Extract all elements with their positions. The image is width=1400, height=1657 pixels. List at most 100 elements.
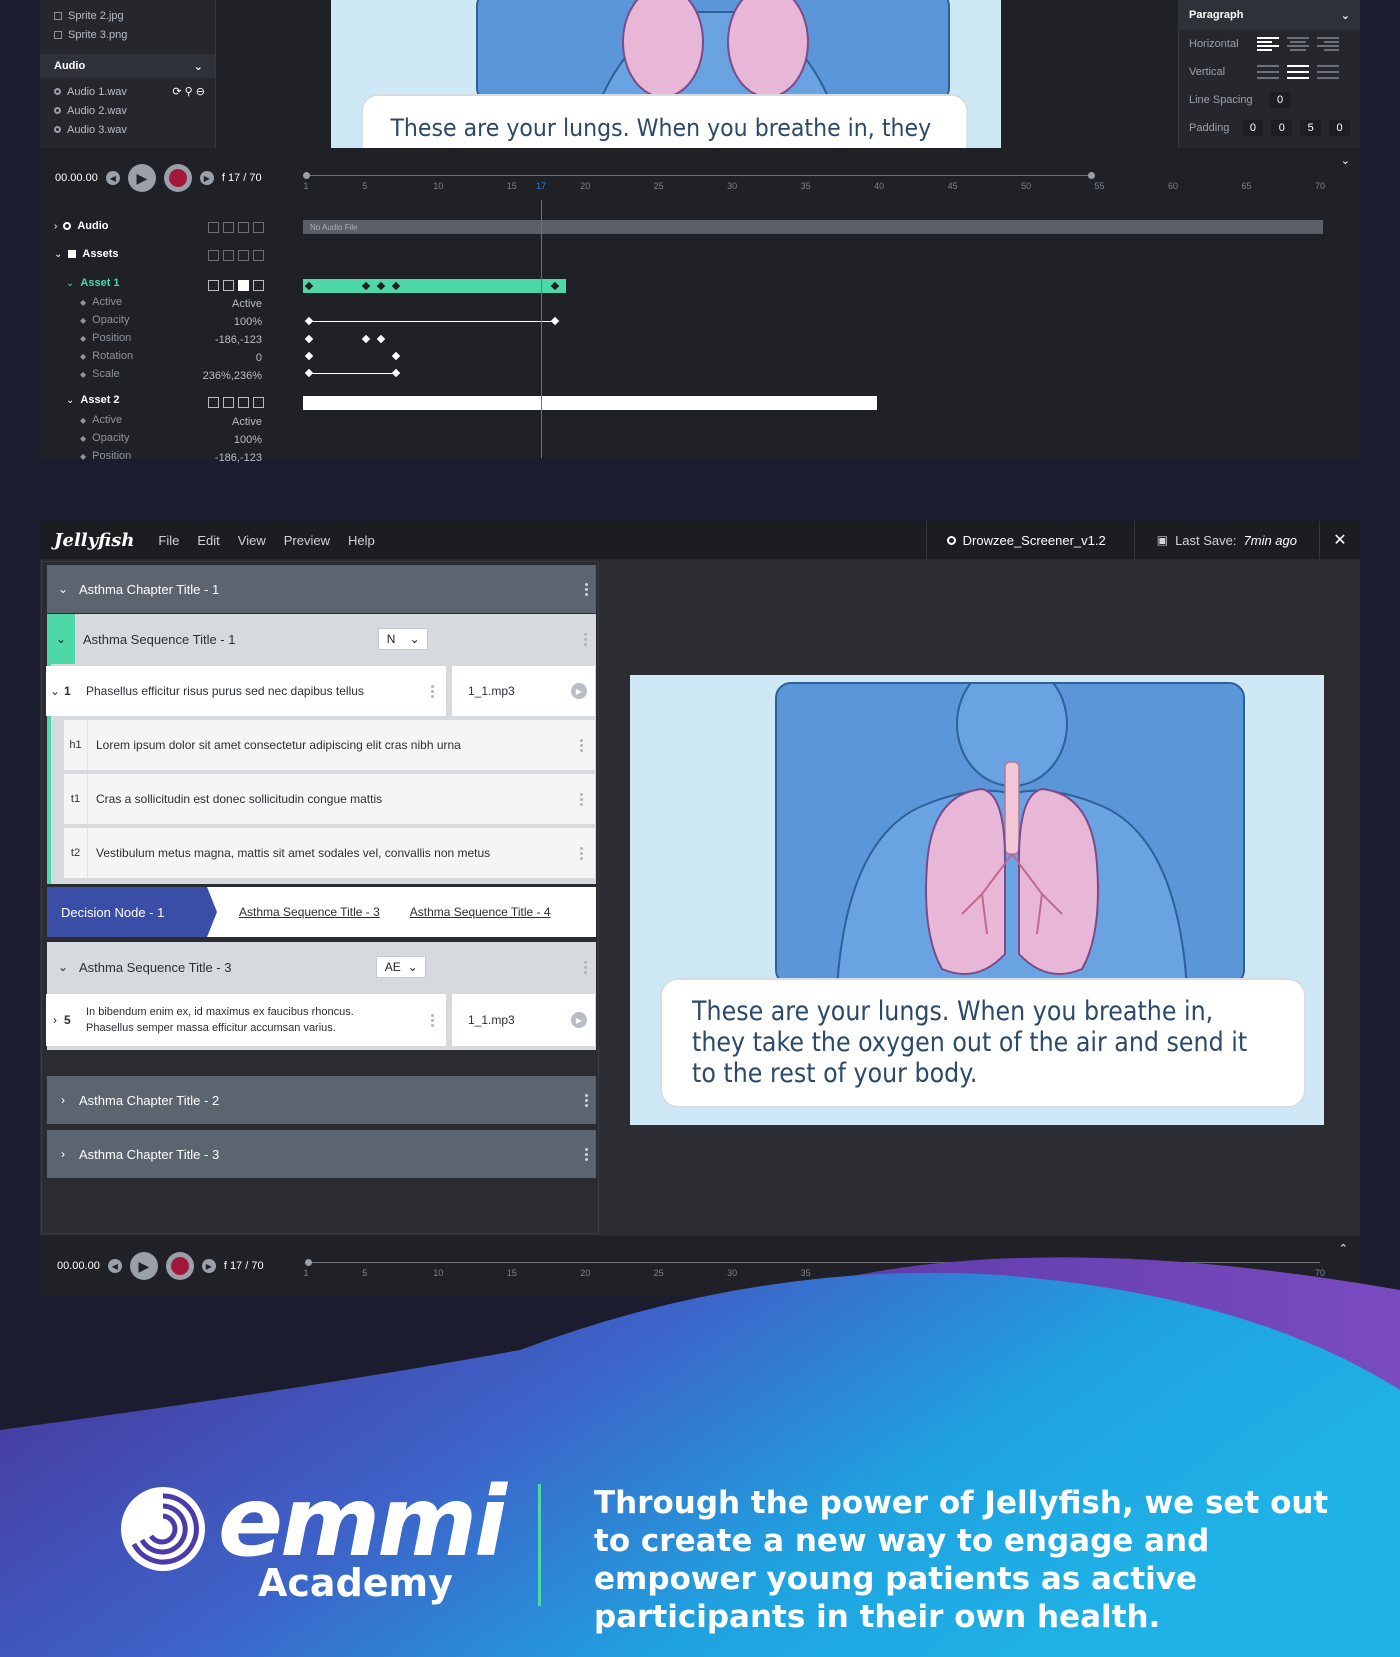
more-options-icon[interactable] <box>576 960 596 974</box>
property-value[interactable]: 100% <box>192 434 262 446</box>
property-value[interactable]: Active <box>192 298 262 310</box>
keyframe-diamond-icon[interactable]: ◆ <box>80 334 86 343</box>
chapter-row[interactable]: › Asthma Chapter Title - 3 <box>47 1130 596 1178</box>
chevron-right-icon[interactable]: › <box>47 1147 79 1161</box>
keyframe-diamond-icon[interactable]: ◆ <box>80 352 86 361</box>
asset1-track-bar[interactable] <box>303 279 566 293</box>
more-options-icon[interactable] <box>576 1147 596 1161</box>
scrubber-end-handle[interactable] <box>1088 172 1095 179</box>
align-right-icon[interactable] <box>1317 37 1339 51</box>
property-value[interactable]: -186,-123 <box>192 452 262 464</box>
chevron-down-icon[interactable]: ⌄ <box>47 614 75 664</box>
padding-left-input[interactable]: 0 <box>1329 120 1351 136</box>
padding-top-input[interactable]: 0 <box>1242 120 1264 136</box>
menu-help[interactable]: Help <box>348 533 375 548</box>
chevron-down-icon[interactable]: ⌄ <box>1341 154 1350 167</box>
play-icon[interactable]: ▶ <box>571 1012 587 1028</box>
property-value[interactable]: Active <box>192 416 262 428</box>
property-value[interactable]: 100% <box>192 316 262 328</box>
asset2-track-bar[interactable] <box>303 396 877 410</box>
menu-edit[interactable]: Edit <box>197 533 219 548</box>
property-value[interactable]: -186,-123 <box>192 334 262 346</box>
project-file-indicator[interactable]: Drowzee_Screener_v1.2 <box>927 533 1134 548</box>
audio-item[interactable]: Audio 2.wav <box>40 101 215 120</box>
keyframe-diamond-icon[interactable]: ◆ <box>80 298 86 307</box>
assets-track-controls[interactable] <box>208 250 264 261</box>
valign-bottom-icon[interactable] <box>1317 65 1339 79</box>
align-center-icon[interactable] <box>1287 37 1309 51</box>
chevron-right-icon[interactable]: › <box>47 1093 79 1107</box>
assets-track-header[interactable]: ⌄ Assets <box>54 248 118 260</box>
scene-row[interactable]: › 5 In bibendum enim ex, id maximus ex f… <box>46 994 446 1046</box>
menu-view[interactable]: View <box>238 533 266 548</box>
property-value[interactable]: 0 <box>192 352 262 364</box>
language-select[interactable]: N ⌄ <box>377 628 428 650</box>
audio-track-bar[interactable]: No Audio File <box>303 220 1323 234</box>
more-options-icon[interactable] <box>422 684 442 698</box>
audio-item[interactable]: Audio 3.wav <box>40 120 215 139</box>
audio-section-header[interactable]: Audio ⌄ <box>40 54 215 78</box>
chapter-row[interactable]: › Asthma Chapter Title - 2 <box>47 1076 596 1124</box>
language-select[interactable]: AE ⌄ <box>375 956 426 978</box>
scene-audio-cell[interactable]: 1_1.mp3 ▶ <box>452 666 595 716</box>
more-options-icon[interactable] <box>571 738 591 752</box>
more-options-icon[interactable] <box>576 632 596 646</box>
play-button[interactable]: ▶ <box>127 164 156 192</box>
text-element-row[interactable]: h1 Lorem ipsum dolor sit amet consectetu… <box>64 720 595 770</box>
record-button[interactable] <box>163 164 192 192</box>
text-element-row[interactable]: t2 Vestibulum metus magna, mattis sit am… <box>64 828 595 878</box>
chevron-right-icon[interactable]: › <box>46 1013 64 1027</box>
keyframe-diamond-icon[interactable]: ◆ <box>80 452 86 461</box>
chevron-down-icon[interactable]: ⌄ <box>46 684 64 698</box>
keyframe-diamond-icon[interactable]: ◆ <box>80 370 86 379</box>
keyframe-diamond-icon[interactable]: ◆ <box>80 316 86 325</box>
valign-top-icon[interactable] <box>1257 65 1279 79</box>
more-options-icon[interactable] <box>422 1013 442 1027</box>
audio-track-controls[interactable] <box>208 222 264 233</box>
skip-back-icon[interactable]: ◀ <box>105 171 120 185</box>
chevron-down-icon[interactable]: ⌄ <box>47 582 79 596</box>
padding-right-input[interactable]: 0 <box>1271 120 1293 136</box>
align-left-icon[interactable] <box>1257 37 1279 51</box>
property-label: ◆ Scale <box>80 368 120 380</box>
branch-link[interactable]: Asthma Sequence Title - 3 <box>239 905 380 919</box>
play-icon[interactable]: ▶ <box>571 683 587 699</box>
chapter-row[interactable]: ⌄ Asthma Chapter Title - 1 <box>47 565 596 613</box>
line-spacing-input[interactable]: 0 <box>1269 92 1291 108</box>
audio-track-header[interactable]: › Audio <box>54 220 109 232</box>
asset1-track-header[interactable]: ⌄ Asset 1 <box>66 277 120 289</box>
playhead[interactable] <box>541 200 542 458</box>
decision-node-label[interactable]: Decision Node - 1 <box>47 887 217 937</box>
scene-row[interactable]: ⌄ 1 Phasellus efficitur risus purus sed … <box>46 666 446 716</box>
sequence-row[interactable]: ⌄ Asthma Sequence Title - 1 N ⌄ <box>47 614 596 664</box>
padding-bottom-input[interactable]: 5 <box>1300 120 1322 136</box>
branch-link[interactable]: Asthma Sequence Title - 4 <box>410 905 551 919</box>
asset2-layer-toggles[interactable] <box>208 397 264 408</box>
asset2-track-header[interactable]: ⌄ Asset 2 <box>66 394 120 406</box>
sequence-row[interactable]: ⌄ Asthma Sequence Title - 3 AE ⌄ <box>47 942 596 992</box>
scrubber-start-handle[interactable] <box>303 172 310 179</box>
keyframe-diamond-icon[interactable]: ◆ <box>80 434 86 443</box>
chevron-down-icon[interactable]: ⌄ <box>47 960 79 974</box>
tools-icon[interactable]: ✕ <box>1320 530 1360 550</box>
audio-actions-icons[interactable]: ⟳ ⚲ ⊖ <box>172 85 205 98</box>
text-element-row[interactable]: t1 Cras a sollicitudin est donec sollici… <box>64 774 595 824</box>
more-options-icon[interactable] <box>576 1093 596 1107</box>
more-options-icon[interactable] <box>571 846 591 860</box>
more-options-icon[interactable] <box>576 582 596 596</box>
valign-middle-icon[interactable] <box>1287 65 1309 79</box>
asset-item[interactable]: Sprite 3.png <box>40 25 215 44</box>
more-options-icon[interactable] <box>571 792 591 806</box>
scene-preview-canvas[interactable]: These are your lungs. When you breathe i… <box>630 675 1324 1125</box>
asset-item[interactable]: Sprite 2.jpg <box>40 6 215 25</box>
scene-audio-cell[interactable]: 1_1.mp3 ▶ <box>452 994 595 1046</box>
menu-preview[interactable]: Preview <box>284 533 330 548</box>
top-scrubber-track[interactable] <box>306 175 1092 176</box>
asset1-layer-toggles[interactable] <box>208 280 264 291</box>
audio-item[interactable]: Audio 1.wav ⟳ ⚲ ⊖ <box>40 82 215 101</box>
skip-forward-icon[interactable]: ▶ <box>199 171 214 185</box>
paragraph-header[interactable]: Paragraph ⌄ <box>1179 0 1360 30</box>
keyframe-diamond-icon[interactable]: ◆ <box>80 416 86 425</box>
property-value[interactable]: 236%,236% <box>192 370 262 382</box>
menu-file[interactable]: File <box>158 533 179 548</box>
